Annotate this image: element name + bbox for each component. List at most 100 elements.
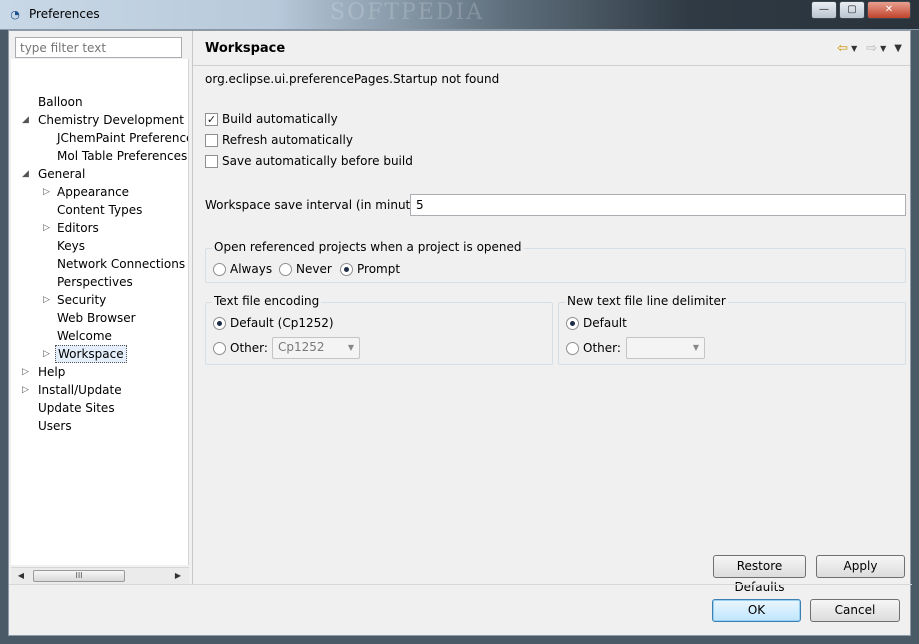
radio-circle[interactable] (213, 262, 226, 276)
text-file-encoding-group: Text file encoding Default (Cp1252) Othe… (205, 294, 553, 365)
build-automatically-checkbox[interactable]: ✓ Build automatically (205, 112, 338, 126)
group-title: New text file line delimiter (565, 294, 728, 308)
scroll-right-icon[interactable]: ▶ (171, 569, 185, 583)
encoding-default-radio[interactable]: Default (Cp1252) (213, 316, 334, 330)
tree-item-keys[interactable]: Keys (55, 237, 87, 255)
scroll-left-icon[interactable]: ◀ (14, 569, 28, 583)
expanded-icon[interactable]: ◢ (22, 165, 31, 183)
collapsed-icon[interactable]: ▷ (22, 363, 31, 381)
title-bar: ◔ Preferences SOFTPEDIA — ▢ ✕ (0, 0, 919, 30)
tree-item-mol-table-preferences[interactable]: Mol Table Preferences (55, 147, 188, 165)
tree-item-users[interactable]: Users (36, 417, 74, 435)
view-menu-icon[interactable]: ▼ (894, 41, 902, 57)
checkbox-label: Refresh automatically (222, 133, 353, 147)
tree-horizontal-scrollbar[interactable]: ◀ III ▶ (11, 567, 189, 584)
close-button[interactable]: ✕ (867, 1, 911, 19)
encoding-other-radio[interactable]: Other: (213, 341, 268, 355)
tree-item-chemistry-development-kit[interactable]: Chemistry Development Ki (36, 111, 188, 129)
tree-item-appearance[interactable]: Appearance (55, 183, 131, 201)
radio-circle[interactable] (213, 341, 226, 355)
radio-label: Default (583, 316, 627, 330)
delimiter-default-radio[interactable]: Default (566, 316, 627, 330)
collapsed-icon[interactable]: ▷ (43, 219, 52, 237)
tree-item-jchempaint-preferences[interactable]: JChemPaint Preference (55, 129, 188, 147)
delimiter-combo[interactable]: ▼ (626, 337, 705, 359)
maximize-button[interactable]: ▢ (839, 1, 865, 19)
tree-item-perspectives[interactable]: Perspectives (55, 273, 135, 291)
minimize-button[interactable]: — (811, 1, 837, 19)
tree-item-content-types[interactable]: Content Types (55, 201, 144, 219)
tree-item-balloon[interactable]: Balloon (36, 93, 85, 111)
checkbox-box[interactable]: ✓ (205, 112, 218, 126)
radio-label: Always (230, 262, 273, 276)
collapsed-icon[interactable]: ▷ (22, 381, 31, 399)
radio-circle[interactable] (566, 316, 579, 330)
radio-label: Never (296, 262, 332, 276)
dialog-client-area: ◢ ◢ ▷ ▷ ▷ ▷ ▷ ▷ Balloon Chemistry Develo… (8, 30, 912, 636)
tree-item-help[interactable]: Help (36, 363, 67, 381)
preference-tree[interactable]: ◢ ◢ ▷ ▷ ▷ ▷ ▷ ▷ Balloon Chemistry Develo… (11, 59, 189, 565)
pane-divider[interactable] (192, 31, 193, 584)
tree-item-editors[interactable]: Editors (55, 219, 101, 237)
refresh-automatically-checkbox[interactable]: Refresh automatically (205, 133, 353, 147)
checkbox-label: Build automatically (222, 112, 338, 126)
window-controls: — ▢ ✕ (809, 1, 911, 19)
page-title: Workspace (205, 41, 286, 56)
radio-label: Other: (583, 341, 621, 355)
scroll-thumb[interactable]: III (33, 570, 125, 582)
radio-label: Prompt (357, 262, 401, 276)
delimiter-other-radio[interactable]: Other: (566, 341, 621, 355)
page-navigation: ⇦ ▼ ⇨ ▼ ▼ (833, 41, 902, 57)
restore-defaults-button[interactable]: Restore Defaults (713, 555, 806, 594)
tree-item-workspace[interactable]: Workspace (55, 345, 127, 363)
back-history-dropdown-icon[interactable]: ▼ (851, 41, 857, 57)
group-title: Text file encoding (212, 294, 322, 308)
encoding-combo[interactable]: Cp1252 ▼ (272, 337, 360, 359)
checkbox-label: Save automatically before build (222, 154, 413, 168)
tree-item-network-connections[interactable]: Network Connections (55, 255, 187, 273)
apply-button[interactable]: Apply (816, 555, 905, 578)
save-automatically-checkbox[interactable]: Save automatically before build (205, 154, 413, 168)
tree-item-update-sites[interactable]: Update Sites (36, 399, 117, 417)
save-interval-label: Workspace save interval (in minutes): (205, 198, 433, 212)
footer-separator (9, 584, 912, 585)
eclipse-app-icon: ◔ (10, 8, 20, 21)
save-interval-input[interactable] (410, 194, 906, 216)
radio-label: Other: (230, 341, 268, 355)
ok-button[interactable]: OK (712, 599, 801, 622)
tree-item-security[interactable]: Security (55, 291, 108, 309)
cancel-button[interactable]: Cancel (810, 599, 900, 622)
radio-circle[interactable] (566, 341, 579, 355)
tree-item-web-browser[interactable]: Web Browser (55, 309, 138, 327)
collapsed-icon[interactable]: ▷ (43, 345, 52, 363)
title-separator (193, 65, 910, 66)
checkbox-box[interactable] (205, 154, 218, 168)
forward-history-dropdown-icon[interactable]: ▼ (880, 41, 886, 57)
error-message: org.eclipse.ui.preferencePages.Startup n… (205, 72, 500, 86)
radio-circle[interactable] (340, 262, 353, 276)
radio-prompt[interactable]: Prompt (340, 262, 400, 276)
group-title: Open referenced projects when a project … (212, 240, 524, 254)
chevron-down-icon: ▼ (347, 343, 354, 352)
radio-label: Default (Cp1252) (230, 316, 334, 330)
window-title: Preferences (29, 7, 100, 21)
collapsed-icon[interactable]: ▷ (43, 291, 52, 309)
radio-circle[interactable] (279, 262, 292, 276)
forward-arrow-icon[interactable]: ⇨ (866, 41, 877, 57)
collapsed-icon[interactable]: ▷ (43, 183, 52, 201)
checkbox-box[interactable] (205, 133, 218, 147)
radio-never[interactable]: Never (279, 262, 332, 276)
radio-circle[interactable] (213, 316, 226, 330)
expanded-icon[interactable]: ◢ (22, 111, 31, 129)
combo-value: Cp1252 (278, 340, 325, 354)
open-referenced-projects-group: Open referenced projects when a project … (205, 240, 906, 283)
radio-always[interactable]: Always (213, 262, 272, 276)
filter-input[interactable] (15, 37, 182, 58)
back-arrow-icon[interactable]: ⇦ (837, 41, 848, 57)
watermark-text: SOFTPEDIA (330, 0, 485, 25)
tree-item-welcome[interactable]: Welcome (55, 327, 114, 345)
tree-item-install-update[interactable]: Install/Update (36, 381, 124, 399)
line-delimiter-group: New text file line delimiter Default Oth… (558, 294, 906, 365)
chevron-down-icon: ▼ (692, 343, 699, 352)
tree-item-general[interactable]: General (36, 165, 87, 183)
